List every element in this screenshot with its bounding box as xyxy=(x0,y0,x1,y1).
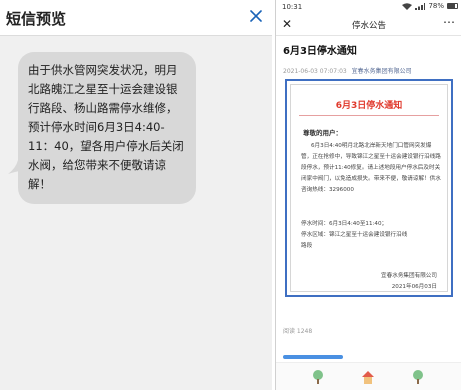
read-count: 阅读 1248 xyxy=(283,328,313,335)
notice-divider xyxy=(299,115,439,116)
tree-icon[interactable] xyxy=(310,369,326,385)
status-time: 10:31 xyxy=(282,3,303,11)
signal-icon xyxy=(415,2,426,10)
sms-preview-header: 短信预览 xyxy=(0,0,272,36)
notice-title: 6月3日停水通知 xyxy=(335,101,403,111)
article-title: 6月3日停水通知 xyxy=(283,46,357,57)
notice-date: 2021年06月03日 xyxy=(391,284,437,290)
article-nav-bar: ✕ 停水公告 ⋯ xyxy=(276,14,461,36)
notice-inner: 6月3日停水通知 尊敬的用户： 6月3日4:40明月北路北岸新天地门口管网突发爆… xyxy=(290,84,448,292)
sms-message-bubble: 由于供水管网突发状况，明月北路魄江之星至十运会建设银行路段、杨山路需停水维修，预… xyxy=(18,52,196,204)
article-source-link[interactable]: 宜春水务集团有限公司 xyxy=(352,68,412,75)
notice-body: 6月3日4:40明月北路北岸新天地门口管网突发爆管，正在抢修中，导致锦江之星至十… xyxy=(301,143,441,193)
tree-icon[interactable] xyxy=(410,369,426,385)
bubble-tail xyxy=(8,160,24,174)
article-date: 2021-06-03 07:07:03 xyxy=(283,68,347,75)
wifi-icon xyxy=(402,2,413,10)
sms-preview-panel: 短信预览 由于供水管网突发状况，明月北路魄江之星至十运会建设银行路段、杨山路需停… xyxy=(0,0,272,390)
nav-title: 停水公告 xyxy=(351,21,386,31)
more-icon[interactable]: ⋯ xyxy=(443,15,456,29)
house-icon[interactable] xyxy=(360,369,376,385)
notice-area-line-cont: 路段 xyxy=(301,243,313,249)
sms-preview-title: 短信预览 xyxy=(6,10,67,28)
status-bar: 10:31 78% xyxy=(276,0,461,14)
notice-image: 6月3日停水通知 尊敬的用户： 6月3日4:40明月北路北岸新天地门口管网突发爆… xyxy=(285,79,453,297)
notice-org: 宜春水务集团有限公司 xyxy=(381,273,437,279)
battery-level xyxy=(448,4,456,8)
battery-icon xyxy=(447,3,458,9)
phone-screenshot: 10:31 78% ✕ 停水公告 ⋯ 6月3日停水通知 2021-06-03 0… xyxy=(275,0,461,390)
close-icon[interactable] xyxy=(246,6,266,26)
notice-salutation: 尊敬的用户： xyxy=(303,129,342,137)
battery-percent: 78% xyxy=(428,2,444,10)
notice-area-line: 停水区域：锦江之星至十运会建设银行沿线 xyxy=(301,232,408,238)
partial-next-heading xyxy=(283,355,343,359)
article-meta: 2021-06-03 07:07:03 宜春水务集团有限公司 xyxy=(283,66,412,75)
sms-preview-body: 由于供水管网突发状况，明月北路魄江之星至十运会建设银行路段、杨山路需停水维修，预… xyxy=(0,36,272,390)
notice-time-line: 停水时间：6月3日4:40至11:40； xyxy=(301,221,388,227)
bottom-bar xyxy=(276,362,461,390)
status-indicators: 78% xyxy=(402,2,458,10)
